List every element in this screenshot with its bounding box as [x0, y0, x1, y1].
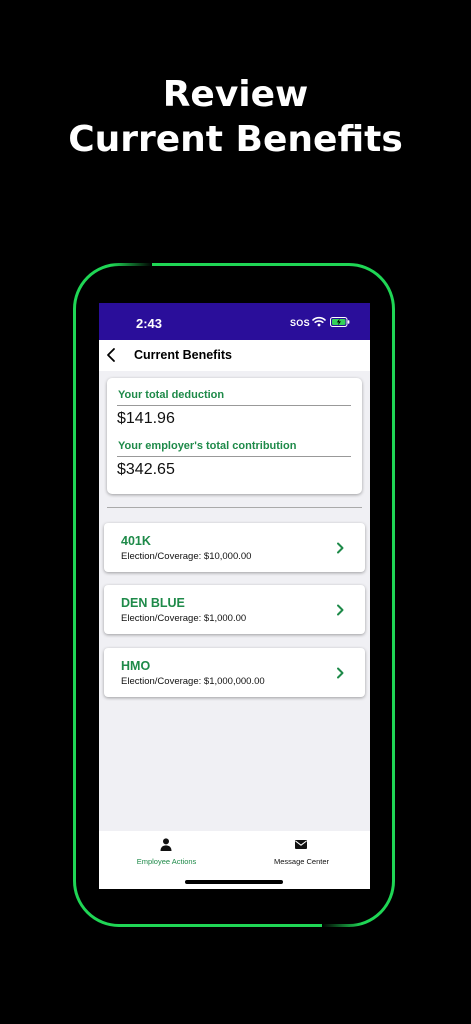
chevron-left-icon[interactable] — [104, 347, 118, 363]
summary-card: Your total deduction $141.96 Your employ… — [107, 378, 362, 494]
tab-label: Employee Actions — [136, 857, 197, 866]
hero-line-2: Current Benefits — [68, 119, 403, 160]
employer-contribution-label: Your employer's total contribution — [118, 440, 297, 452]
status-time: 2:43 — [136, 316, 163, 331]
chevron-right-icon — [337, 604, 344, 616]
benefit-name: HMO — [121, 659, 151, 673]
status-sos: SOS — [290, 318, 310, 328]
section-divider — [107, 507, 362, 508]
total-deduction-value: $141.96 — [117, 410, 175, 427]
home-indicator — [185, 880, 283, 884]
benefit-name: DEN BLUE — [121, 596, 185, 610]
nav-bar: Current Benefits — [99, 340, 370, 371]
hero-heading: Review Current Benefits — [0, 72, 471, 162]
envelope-icon — [295, 840, 307, 849]
benefit-coverage: Election/Coverage: $1,000.00 — [121, 613, 247, 624]
status-bar: 2:43 SOS — [99, 303, 370, 340]
benefit-coverage: Election/Coverage: $1,000,000.00 — [121, 676, 265, 687]
phone-screen: 2:43 SOS Current Benefits Your total ded… — [99, 303, 370, 889]
summary-divider — [117, 456, 351, 457]
benefit-card-hmo[interactable]: HMO Election/Coverage: $1,000,000.00 — [104, 648, 365, 697]
tab-label: Message Center — [273, 857, 330, 866]
wifi-icon — [312, 316, 326, 327]
benefit-name: 401K — [121, 534, 151, 548]
person-icon — [160, 838, 172, 851]
chevron-right-icon — [337, 542, 344, 554]
chevron-right-icon — [337, 667, 344, 679]
hero-line-1: Review — [162, 74, 309, 115]
summary-divider — [117, 405, 351, 406]
benefit-card-401k[interactable]: 401K Election/Coverage: $10,000.00 — [104, 523, 365, 572]
page-title: Current Benefits — [134, 348, 232, 362]
battery-charging-icon — [330, 317, 350, 327]
benefit-coverage: Election/Coverage: $10,000.00 — [121, 551, 252, 562]
benefit-card-den-blue[interactable]: DEN BLUE Election/Coverage: $1,000.00 — [104, 585, 365, 634]
total-deduction-label: Your total deduction — [118, 389, 225, 401]
employer-contribution-value: $342.65 — [117, 461, 175, 478]
